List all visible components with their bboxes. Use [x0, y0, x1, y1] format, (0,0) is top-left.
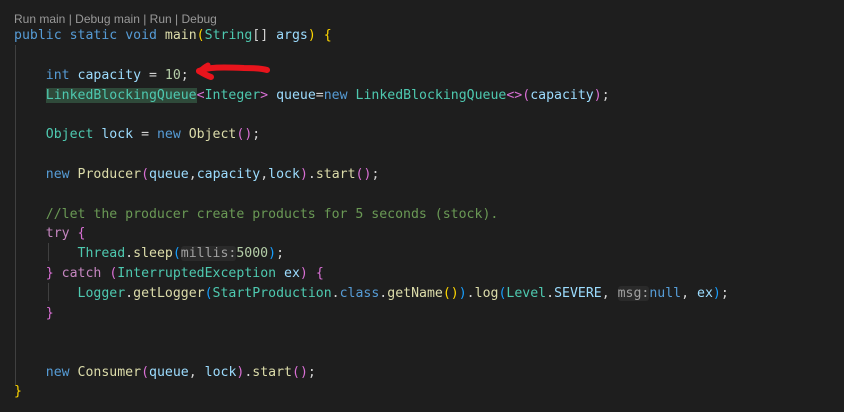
- code-line: Logger.getLogger(StartProduction.class.g…: [77, 286, 729, 301]
- code-editor[interactable]: Run main | Debug main | Run | Debug publ…: [0, 0, 844, 412]
- code-line: int capacity = 10;: [45, 68, 189, 83]
- code-line: new Producer(queue,capacity,lock).start(…: [45, 167, 380, 182]
- code-line: public static void main(String[] args) {: [14, 28, 332, 43]
- code-line: Thread.sleep(millis:5000);: [77, 246, 285, 261]
- code-line: try {: [45, 226, 86, 241]
- codelens: Run main | Debug main | Run | Debug: [14, 12, 217, 26]
- parameter-hint: msg:: [617, 286, 650, 301]
- run-link[interactable]: Run: [150, 12, 172, 26]
- parameter-hint: millis:: [180, 246, 237, 261]
- code-line: new Consumer(queue, lock).start();: [45, 365, 316, 380]
- code-line: }: [45, 306, 54, 321]
- debug-main-link[interactable]: Debug main: [75, 12, 140, 26]
- debug-link[interactable]: Debug: [181, 12, 216, 26]
- code-line: }: [14, 384, 22, 399]
- code-line: Object lock = new Object();: [45, 127, 261, 142]
- code-line: } catch (InterruptedException ex) {: [45, 266, 324, 281]
- code-line: LinkedBlockingQueue<Integer> queue=new L…: [45, 88, 610, 103]
- code-comment: //let the producer create products for 5…: [45, 207, 499, 222]
- run-main-link[interactable]: Run main: [14, 12, 65, 26]
